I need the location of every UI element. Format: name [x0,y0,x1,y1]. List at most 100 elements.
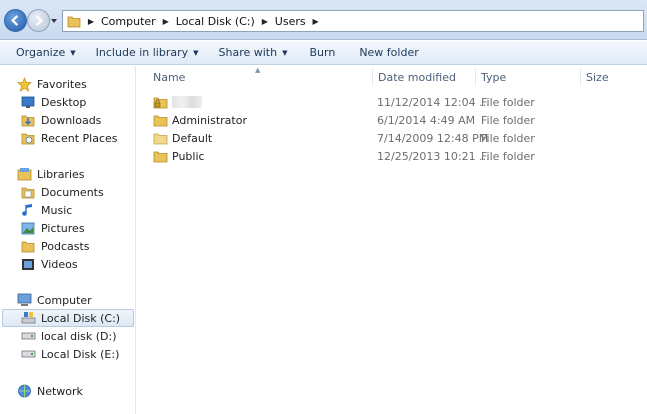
nav-music[interactable]: Music [20,201,72,219]
nav-pictures[interactable]: Pictures [20,219,85,237]
forward-button[interactable] [27,9,50,32]
nav-favorites[interactable]: Favorites [16,75,87,93]
folder-icon [153,148,169,164]
column-name-label: Name [153,70,186,84]
recent-pages-dropdown-icon[interactable] [50,17,58,25]
file-date-modified: 11/12/2014 12:04 ... [377,95,490,109]
nav-podcasts[interactable]: Podcasts [20,237,90,255]
file-name: Public [172,149,205,163]
column-header-date-modified[interactable]: Date modified [372,66,475,88]
star-icon [16,76,32,92]
table-row[interactable]: Administrator 6/1/2014 4:49 AM File fold… [153,111,643,129]
breadcrumb-local-disk-c[interactable]: Local Disk (C:) [172,15,259,28]
breadcrumb-arrow-icon[interactable]: ▶ [310,17,322,26]
chevron-down-icon: ▼ [193,48,199,57]
breadcrumb-computer[interactable]: Computer [97,15,160,28]
downloads-icon [20,112,36,128]
breadcrumb-users[interactable]: Users [271,15,310,28]
organize-button[interactable]: Organize ▼ [8,42,84,64]
table-row[interactable]: Public 12/25/2013 10:21 ... File folder [153,147,643,165]
redacted-folder-name [172,96,202,108]
desktop-icon [20,94,36,110]
file-name: Administrator [172,113,247,127]
videos-icon [20,256,36,272]
system-drive-icon [20,310,36,326]
locked-folder-icon [153,94,169,110]
documents-icon [20,184,36,200]
file-date-modified: 6/1/2014 4:49 AM [377,113,476,127]
network-icon [16,383,32,399]
file-type: File folder [481,149,535,163]
burn-label: Burn [309,46,336,59]
column-type-label: Type [481,70,507,84]
drive-icon [20,328,36,344]
nav-downloads-label: Downloads [41,113,102,127]
include-in-library-button[interactable]: Include in library ▼ [88,42,207,64]
nav-local-disk-e[interactable]: Local Disk (E:) [20,345,119,363]
address-breadcrumb[interactable]: ▶ Computer ▶ Local Disk (C:) ▶ Users ▶ [62,10,644,32]
breadcrumb-arrow-icon[interactable]: ▶ [160,17,172,26]
nav-local-disk-c-label: Local Disk (C:) [41,311,121,325]
folder-icon [67,16,81,27]
column-header-type[interactable]: Type [475,66,580,88]
nav-documents[interactable]: Documents [20,183,104,201]
include-in-library-label: Include in library [95,46,189,59]
column-header-name[interactable]: Name [147,66,372,88]
share-with-button[interactable]: Share with ▼ [211,42,296,64]
nav-desktop-label: Desktop [41,95,87,109]
table-row[interactable]: Default 7/14/2009 12:48 PM File folder [153,129,643,147]
libraries-icon [16,166,32,182]
nav-network-label: Network [37,384,83,398]
column-date-label: Date modified [378,70,456,84]
nav-computer[interactable]: Computer [16,291,92,309]
pictures-icon [20,220,36,236]
nav-podcasts-label: Podcasts [41,239,90,253]
table-row[interactable]: 11/12/2014 12:04 ... File folder [153,93,643,111]
folder-icon [153,112,169,128]
nav-local-disk-d[interactable]: local disk (D:) [20,327,117,345]
organize-label: Organize [16,46,66,59]
command-toolbar: Organize ▼ Include in library ▼ Share with… [0,41,647,65]
column-size-label: Size [586,70,609,84]
file-type: File folder [481,95,535,109]
folder-icon [153,130,169,146]
nav-music-label: Music [41,203,73,217]
computer-icon [16,292,32,308]
new-folder-button[interactable]: New folder [351,42,426,64]
nav-recent-places-label: Recent Places [41,131,118,145]
nav-videos-label: Videos [41,257,78,271]
share-with-label: Share with [218,46,278,59]
back-button[interactable] [4,9,27,32]
nav-pictures-label: Pictures [41,221,85,235]
nav-computer-label: Computer [37,293,92,307]
drive-icon [20,346,36,362]
nav-recent-places[interactable]: Recent Places [20,129,118,147]
nav-videos[interactable]: Videos [20,255,78,273]
nav-local-disk-c[interactable]: Local Disk (C:) [2,309,134,327]
nav-favorites-label: Favorites [37,77,87,91]
chevron-down-icon: ▼ [70,48,76,57]
forward-arrow-icon [35,15,43,26]
file-name: Default [172,131,213,145]
nav-desktop[interactable]: Desktop [20,93,86,111]
file-list: ▲ Name Date modified Type Size 11/12/201… [137,66,647,414]
nav-local-disk-e-label: Local Disk (E:) [41,347,120,361]
nav-libraries[interactable]: Libraries [16,165,85,183]
address-bar-region: ▶ Computer ▶ Local Disk (C:) ▶ Users ▶ [0,0,647,40]
nav-network[interactable]: Network [16,382,83,400]
nav-libraries-label: Libraries [37,167,85,181]
nav-local-disk-d-label: local disk (D:) [41,329,117,343]
nav-downloads[interactable]: Downloads [20,111,101,129]
file-date-modified: 12/25/2013 10:21 ... [377,149,490,163]
burn-button[interactable]: Burn [301,42,343,64]
recent-places-icon [20,130,36,146]
chevron-down-icon: ▼ [282,48,288,57]
breadcrumb-arrow-icon[interactable]: ▶ [259,17,271,26]
breadcrumb-arrow-icon[interactable]: ▶ [85,17,97,26]
back-arrow-icon [11,15,19,26]
file-date-modified: 7/14/2009 12:48 PM [377,131,489,145]
file-type: File folder [481,131,535,145]
nav-documents-label: Documents [41,185,104,199]
podcasts-icon [20,238,36,254]
column-header-size[interactable]: Size [580,66,640,88]
